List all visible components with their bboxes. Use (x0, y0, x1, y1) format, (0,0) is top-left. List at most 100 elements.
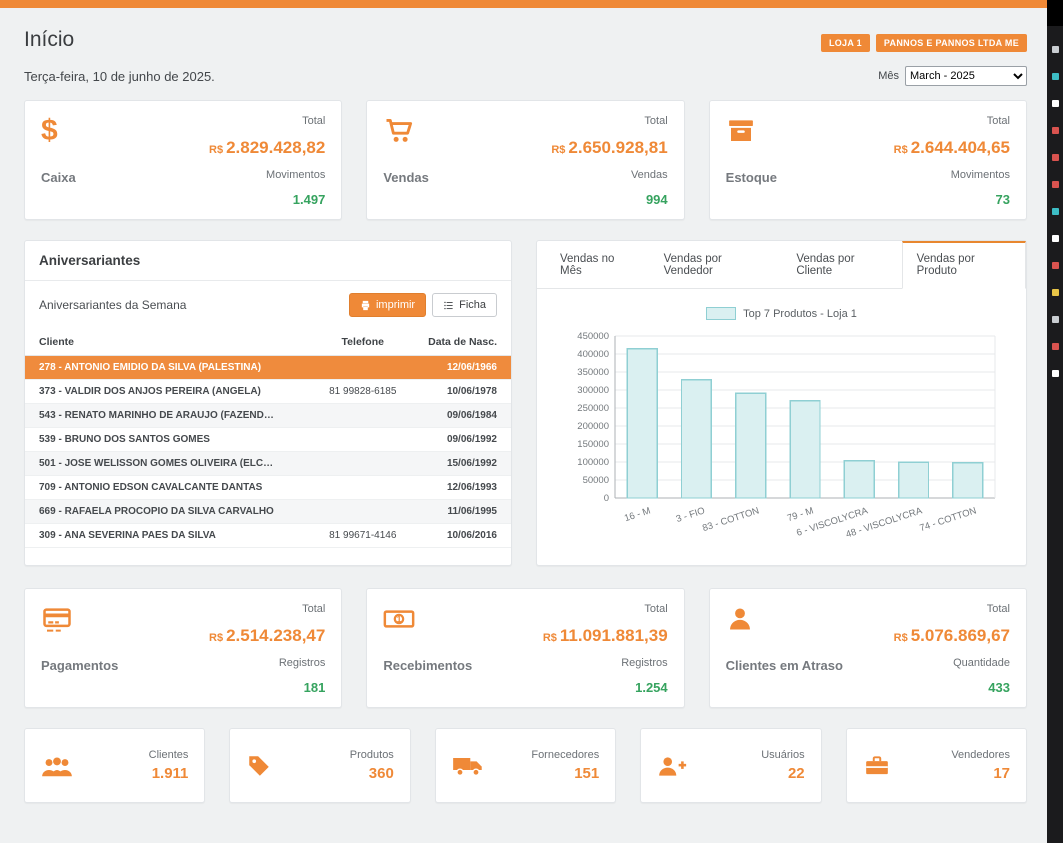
usuarios-card: Usuários 22 (640, 728, 821, 803)
count-value: 994 (551, 192, 667, 207)
sidebar-top-block (1047, 0, 1063, 26)
column-header-cliente: Cliente (25, 331, 307, 356)
table-row[interactable]: 709 - ANTONIO EDSON CAVALCANTE DANTAS12/… (25, 476, 511, 500)
total-value: R$5.076.869,67 (894, 626, 1010, 646)
total-value: R$2.644.404,65 (894, 138, 1010, 158)
svg-text:450000: 450000 (577, 331, 609, 342)
total-label: Total (551, 115, 667, 127)
sidebar-mark-icon (1052, 100, 1059, 107)
sidebar-mark-icon (1052, 181, 1059, 188)
column-header-telefone: Telefone (307, 331, 419, 356)
people-group-icon (41, 750, 75, 782)
svg-text:50000: 50000 (582, 475, 608, 486)
birthdays-subtitle: Aniversariantes da Semana (39, 298, 186, 312)
table-row[interactable]: 543 - RENATO MARINHO DE ARAUJO (FAZEND…0… (25, 404, 511, 428)
estoque-card: Estoque Total R$2.644.404,65 Movimentos … (709, 100, 1027, 220)
sidebar-mark-icon (1052, 289, 1059, 296)
collapsed-sidebar[interactable] (1047, 0, 1063, 843)
summary-value: 1.911 (149, 765, 189, 782)
legend-label: Top 7 Produtos - Loja 1 (743, 308, 857, 320)
stat-card-label: Caixa (41, 170, 76, 185)
total-label: Total (543, 603, 668, 615)
svg-text:150000: 150000 (577, 439, 609, 450)
vendas-card: Vendas Total R$2.650.928,81 Vendas 994 (366, 100, 684, 220)
total-value: R$2.829.428,82 (209, 138, 325, 158)
summary-value: 22 (761, 765, 804, 782)
sidebar-mark-icon (1052, 46, 1059, 53)
svg-text:350000: 350000 (577, 367, 609, 378)
stat-card-label: Vendas (383, 170, 429, 185)
count-label: Registros (209, 657, 325, 669)
store-badge[interactable]: LOJA 1 (821, 34, 870, 52)
summary-label: Produtos (350, 749, 394, 761)
tag-icon (246, 750, 280, 782)
svg-text:0: 0 (603, 493, 608, 504)
bottom-stat-cards: Pagamentos Total R$2.514.238,47 Registro… (24, 588, 1027, 708)
caixa-card: $ Caixa Total R$2.829.428,82 Movimentos … (24, 100, 342, 220)
sidebar-mark-icon (1052, 73, 1059, 80)
tab-vendas-por-produto[interactable]: Vendas por Produto (902, 241, 1026, 289)
truck-icon (452, 750, 486, 782)
sidebar-mark-icon (1052, 262, 1059, 269)
count-value: 73 (894, 192, 1010, 207)
recebimentos-card: 1 Recebimentos Total R$11.091.881,39 Reg… (366, 588, 684, 708)
total-label: Total (209, 603, 325, 615)
current-date: Terça-feira, 10 de junho de 2025. (24, 69, 215, 84)
summary-value: 360 (350, 765, 394, 782)
user-plus-icon (657, 750, 691, 782)
count-value: 181 (209, 680, 325, 695)
total-value: R$2.650.928,81 (551, 138, 667, 158)
table-row[interactable]: 669 - RAFAELA PROCOPIO DA SILVA CARVALHO… (25, 500, 511, 524)
sales-tabs: Vendas no Mês Vendas por Vendedor Vendas… (537, 241, 1026, 289)
svg-text:16 - M: 16 - M (623, 505, 652, 524)
company-badge[interactable]: PANNOS E PANNOS LTDA ME (876, 34, 1027, 52)
clientes-card: Clientes 1.911 (24, 728, 205, 803)
banknote-icon: 1 (383, 603, 417, 635)
stat-card-label: Recebimentos (383, 658, 472, 673)
month-select[interactable]: March - 2025 (905, 66, 1027, 86)
page-title: Início (24, 28, 74, 52)
tab-vendas-por-vendedor[interactable]: Vendas por Vendedor (649, 241, 782, 289)
stat-card-label: Estoque (726, 170, 777, 185)
column-header-nascimento: Data de Nasc. (419, 331, 511, 356)
tab-vendas-por-cliente[interactable]: Vendas por Cliente (781, 241, 901, 289)
month-label: Mês (878, 70, 899, 82)
month-picker: Mês March - 2025 (878, 66, 1027, 86)
chart-legend: Top 7 Produtos - Loja 1 (547, 307, 1016, 320)
clientes-atraso-card: Clientes em Atraso Total R$5.076.869,67 … (709, 588, 1027, 708)
fornecedores-card: Fornecedores 151 (435, 728, 616, 803)
table-row[interactable]: 373 - VALDIR DOS ANJOS PEREIRA (ANGELA)8… (25, 380, 511, 404)
summary-cards: Clientes 1.911 Produtos 360 Fornecedores… (24, 728, 1027, 803)
vendedores-card: Vendedores 17 (846, 728, 1027, 803)
tab-vendas-no-mes[interactable]: Vendas no Mês (545, 241, 649, 289)
produtos-card: Produtos 360 (229, 728, 410, 803)
total-label: Total (894, 115, 1010, 127)
svg-text:200000: 200000 (577, 421, 609, 432)
sales-panel: Vendas no Mês Vendas por Vendedor Vendas… (536, 240, 1027, 566)
ficha-button[interactable]: Ficha (432, 293, 497, 317)
print-button[interactable]: imprimir (349, 293, 426, 317)
summary-label: Clientes (149, 749, 189, 761)
table-row[interactable]: 501 - JOSE WELISSON GOMES OLIVEIRA (ELC…… (25, 452, 511, 476)
svg-text:83 - COTTON: 83 - COTTON (701, 505, 761, 534)
printer-icon (360, 300, 371, 311)
count-value: 433 (894, 680, 1010, 695)
list-icon (443, 300, 454, 311)
table-row[interactable]: 309 - ANA SEVERINA PAES DA SILVA81 99671… (25, 524, 511, 548)
count-label: Registros (543, 657, 668, 669)
svg-text:74 - COTTON: 74 - COTTON (918, 505, 978, 534)
sidebar-mark-icon (1052, 316, 1059, 323)
count-label: Movimentos (209, 169, 325, 181)
svg-text:3 - FIO: 3 - FIO (674, 505, 706, 525)
table-row[interactable]: 539 - BRUNO DOS SANTOS GOMES09/06/1992 (25, 428, 511, 452)
credit-card-icon (41, 603, 75, 635)
sidebar-mark-icon (1052, 370, 1059, 377)
archive-box-icon (726, 115, 760, 147)
total-value: R$2.514.238,47 (209, 626, 325, 646)
sidebar-mark-icon (1052, 343, 1059, 350)
page-header: Início LOJA 1 PANNOS E PANNOS LTDA ME (24, 28, 1027, 52)
table-row[interactable]: 278 - ANTONIO EMIDIO DA SILVA (PALESTINA… (25, 356, 511, 380)
pagamentos-card: Pagamentos Total R$2.514.238,47 Registro… (24, 588, 342, 708)
summary-label: Vendedores (951, 749, 1010, 761)
cart-icon (383, 115, 417, 147)
